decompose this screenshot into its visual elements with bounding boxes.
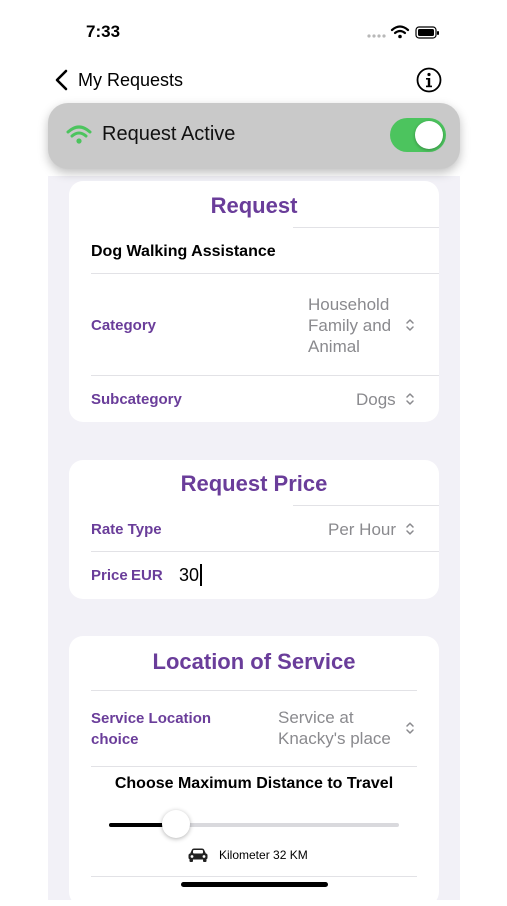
price-value: 30	[179, 564, 200, 585]
back-button[interactable]: My Requests	[54, 66, 183, 94]
distance-title: Choose Maximum Distance to Travel	[114, 775, 394, 792]
service-location-label-line1: Service Location	[91, 710, 212, 727]
status-bar: 7:33	[0, 0, 507, 60]
request-active-bar: Request Active	[48, 103, 460, 169]
price-input[interactable]: 30	[179, 564, 203, 586]
home-indicator[interactable]	[181, 882, 328, 887]
cellular-signal-icon	[367, 34, 386, 38]
distance-text: Kilometer 32 KM	[219, 848, 308, 862]
divider	[91, 375, 439, 376]
price-label: Price	[91, 567, 128, 584]
request-card: Request Dog Walking Assistance Category …	[69, 181, 439, 422]
request-active-toggle[interactable]	[390, 118, 446, 152]
divider	[91, 876, 417, 877]
chevron-left-icon	[55, 69, 68, 91]
wifi-status-icon	[390, 25, 410, 39]
service-location-label-line2: choice	[91, 731, 139, 748]
divider	[91, 551, 439, 552]
category-value-line2: Family and	[308, 316, 392, 335]
info-circle-icon[interactable]	[415, 66, 443, 94]
distance-slider-thumb[interactable]	[161, 810, 190, 838]
status-time: 7:33	[86, 22, 121, 41]
service-location-label: Service Location choice	[91, 708, 211, 750]
category-value-line1: Household	[308, 295, 390, 314]
rate-type-value[interactable]: Per Hour	[328, 519, 396, 540]
back-label: My Requests	[78, 69, 184, 90]
chevron-up-down-icon	[406, 523, 414, 535]
chevron-up-down-icon	[406, 722, 414, 734]
request-price-card: Request Price Rate Type Per Hour Price E…	[69, 460, 439, 599]
navigation-bar: My Requests	[0, 60, 507, 100]
category-value[interactable]: Household Family and Animal	[308, 294, 391, 357]
location-card-title: Location of Service	[152, 649, 356, 674]
service-location-value-line1: Service at	[278, 708, 354, 727]
divider	[91, 273, 439, 274]
request-active-label: Request Active	[102, 123, 236, 145]
divider	[293, 505, 439, 506]
category-value-line3: Animal	[308, 337, 360, 356]
toggle-knob	[415, 121, 443, 149]
request-name[interactable]: Dog Walking Assistance	[91, 243, 276, 261]
distance-slider-track[interactable]	[109, 810, 399, 838]
car-icon	[188, 848, 208, 862]
service-location-value[interactable]: Service at Knacky's place	[278, 707, 391, 749]
service-location-value-line2: Knacky's place	[278, 729, 391, 748]
text-caret	[200, 564, 203, 586]
location-card: Location of Service Service Location cho…	[69, 636, 439, 906]
divider	[293, 227, 439, 228]
currency-label: EUR	[131, 567, 163, 584]
subcategory-label: Subcategory	[91, 391, 182, 408]
chevron-up-down-icon	[406, 319, 414, 331]
category-label: Category	[91, 317, 157, 334]
subcategory-value[interactable]: Dogs	[356, 389, 396, 410]
divider	[91, 690, 417, 691]
divider	[91, 766, 417, 767]
rate-type-label: Rate Type	[91, 521, 162, 538]
request-card-title: Request	[210, 193, 298, 218]
distance-readout: Kilometer 32 KM	[187, 847, 308, 863]
wifi-icon	[66, 125, 92, 144]
status-icons	[367, 25, 439, 39]
chevron-up-down-icon	[406, 393, 414, 405]
battery-icon	[415, 26, 439, 39]
price-card-title: Request Price	[180, 471, 328, 496]
